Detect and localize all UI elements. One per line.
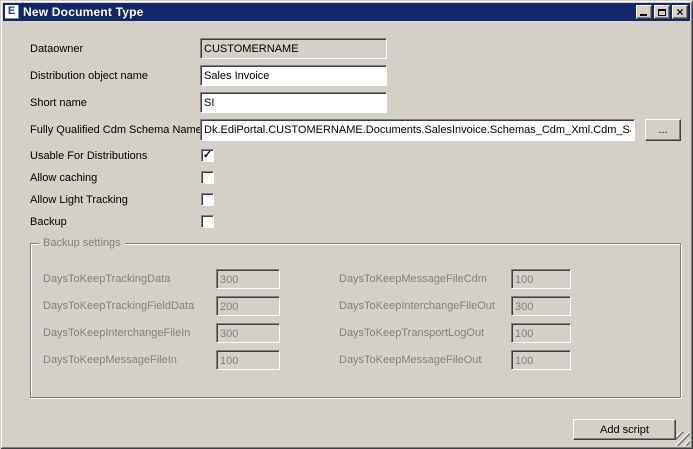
days-to-keep-transport-log-out-field (511, 323, 571, 343)
days-to-keep-interchange-file-in-field (216, 323, 280, 343)
days-to-keep-tracking-field-data-label: DaysToKeepTrackingFieldData (43, 299, 194, 313)
days-to-keep-tracking-field-data-field (216, 296, 280, 316)
short-name-field[interactable] (200, 92, 387, 113)
app-icon: E (5, 5, 19, 19)
days-to-keep-interchange-file-out-label: DaysToKeepInterchangeFileOut (339, 299, 495, 313)
backup-settings-legend: Backup settings (39, 237, 125, 250)
days-to-keep-message-file-out-field (511, 350, 571, 370)
days-to-keep-tracking-field-data-input (217, 298, 279, 316)
browse-schema-button[interactable]: ... (645, 119, 681, 141)
days-to-keep-interchange-file-out-input (512, 298, 570, 316)
add-script-button[interactable]: Add script (573, 419, 676, 440)
usable-for-distributions-label: Usable For Distributions (30, 149, 147, 163)
allow-light-tracking-label: Allow Light Tracking (30, 193, 128, 207)
days-to-keep-tracking-data-field (216, 269, 280, 289)
allow-caching-checkbox[interactable] (201, 171, 214, 184)
new-document-type-window: E New Document Type × Dataowner Distribu… (0, 0, 693, 449)
distribution-object-name-field[interactable] (200, 65, 387, 86)
backup-settings-groupbox: Backup settings DaysToKeepTrackingData D… (30, 243, 681, 398)
days-to-keep-message-file-in-input (217, 352, 279, 370)
dataowner-field (200, 38, 387, 59)
short-name-label: Short name (30, 96, 87, 110)
days-to-keep-message-file-in-field (216, 350, 280, 370)
days-to-keep-interchange-file-out-field (511, 296, 571, 316)
cdm-schema-name-input[interactable] (201, 120, 634, 140)
days-to-keep-interchange-file-in-label: DaysToKeepInterchangeFileIn (43, 326, 190, 340)
window-controls: × (636, 5, 688, 19)
days-to-keep-message-file-in-label: DaysToKeepMessageFileIn (43, 353, 177, 367)
days-to-keep-transport-log-out-input (512, 325, 570, 343)
backup-checkbox[interactable] (201, 215, 214, 228)
checkmark-icon: ✓ (203, 150, 212, 161)
maximize-icon (658, 9, 666, 16)
minimize-icon (640, 14, 647, 16)
days-to-keep-interchange-file-in-input (217, 325, 279, 343)
days-to-keep-message-file-cdm-field (511, 269, 571, 289)
distribution-object-name-input[interactable] (201, 67, 386, 86)
cdm-schema-name-label: Fully Qualified Cdm Schema Name (30, 123, 202, 137)
minimize-button[interactable] (636, 5, 652, 19)
days-to-keep-message-file-out-input (512, 352, 570, 370)
short-name-input[interactable] (201, 94, 386, 113)
backup-label: Backup (30, 215, 67, 229)
days-to-keep-tracking-data-label: DaysToKeepTrackingData (43, 272, 170, 286)
dataowner-label: Dataowner (30, 42, 83, 56)
resize-grip[interactable] (676, 432, 690, 446)
close-icon: × (676, 7, 683, 17)
days-to-keep-message-file-cdm-label: DaysToKeepMessageFileCdm (339, 272, 487, 286)
allow-caching-label: Allow caching (30, 171, 97, 185)
cdm-schema-name-field[interactable] (200, 119, 635, 141)
distribution-object-name-label: Distribution object name (30, 69, 148, 83)
close-button[interactable]: × (672, 5, 688, 19)
allow-light-tracking-checkbox[interactable] (201, 193, 214, 206)
days-to-keep-transport-log-out-label: DaysToKeepTransportLogOut (339, 326, 484, 340)
window-title: New Document Type (23, 5, 636, 19)
usable-for-distributions-checkbox[interactable]: ✓ (201, 149, 214, 162)
maximize-button[interactable] (654, 5, 670, 19)
titlebar[interactable]: E New Document Type × (3, 3, 690, 21)
days-to-keep-message-file-out-label: DaysToKeepMessageFileOut (339, 353, 481, 367)
dataowner-input (201, 40, 386, 59)
days-to-keep-message-file-cdm-input (512, 271, 570, 289)
days-to-keep-tracking-data-input (217, 271, 279, 289)
